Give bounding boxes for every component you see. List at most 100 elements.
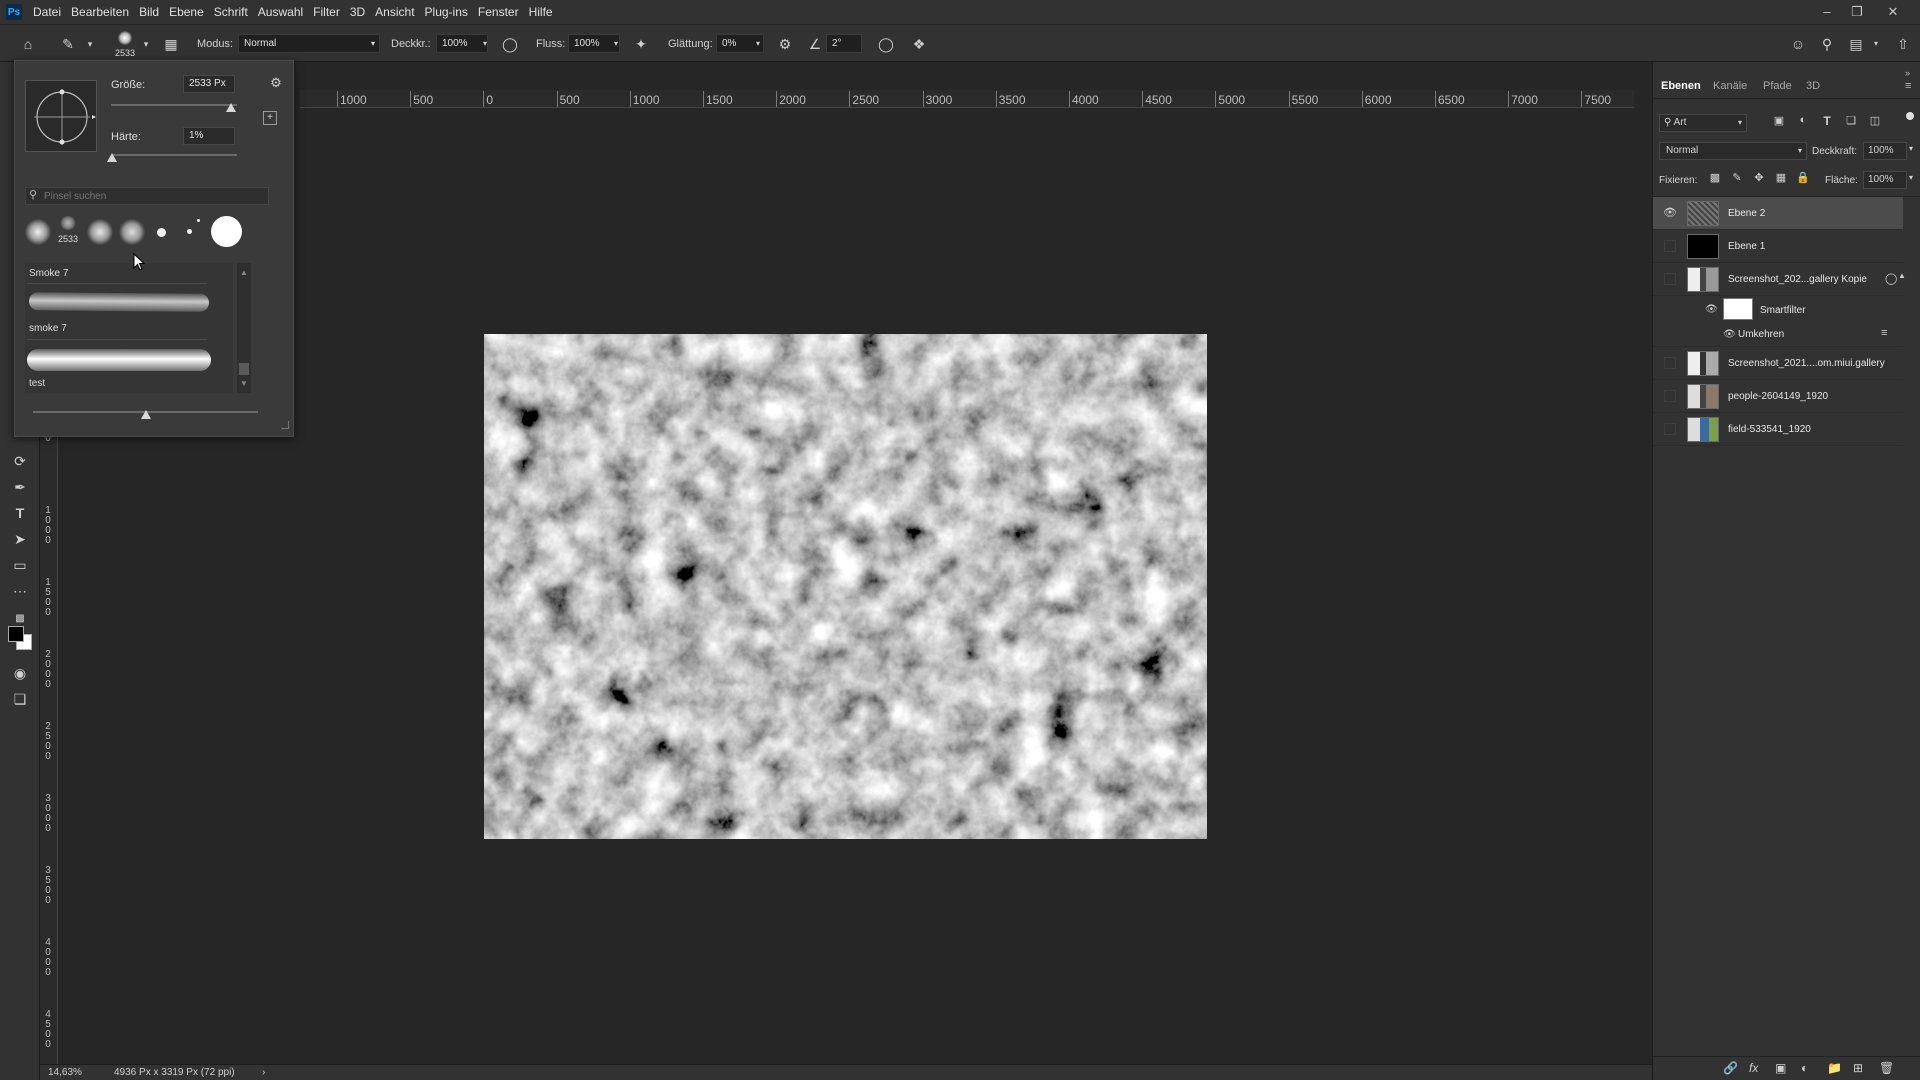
pen-tool-icon[interactable]: ✒ bbox=[9, 476, 31, 498]
chevron-right-icon[interactable]: › bbox=[262, 1067, 265, 1078]
menu-3d[interactable]: 3D bbox=[345, 5, 370, 19]
share-user-icon[interactable]: ☺ bbox=[1788, 34, 1808, 54]
home-icon[interactable]: ⌂ bbox=[18, 34, 38, 54]
gear-icon[interactable]: ⚙ bbox=[775, 34, 795, 54]
preview-size-slider-thumb[interactable] bbox=[140, 410, 151, 419]
visibility-toggle[interactable] bbox=[1664, 357, 1676, 369]
size-input[interactable]: 2533 Px bbox=[183, 75, 235, 93]
lock-artboard-icon[interactable]: ▦ bbox=[1773, 171, 1789, 187]
new-layer-icon[interactable]: ⊞ bbox=[1853, 1061, 1863, 1075]
smartfilter-row[interactable]: 👁 Smartfilter bbox=[1653, 296, 1903, 322]
menu-plugins[interactable]: Plug-ins bbox=[420, 5, 473, 19]
menu-datei[interactable]: Datei bbox=[28, 5, 66, 19]
menu-ansicht[interactable]: Ansicht bbox=[370, 5, 419, 19]
menu-bild[interactable]: Bild bbox=[134, 5, 164, 19]
menu-ebene[interactable]: Ebene bbox=[164, 5, 209, 19]
restore-icon[interactable]: ❐ bbox=[1842, 2, 1872, 22]
fx-icon[interactable]: fx bbox=[1749, 1061, 1758, 1075]
chevron-down-icon[interactable]: ▾ bbox=[1866, 34, 1886, 54]
type-filter-icon[interactable]: T bbox=[1819, 114, 1835, 130]
blend-mode-select[interactable]: Normal ▾ bbox=[1659, 142, 1807, 160]
close-icon[interactable]: ✕ bbox=[1878, 2, 1908, 22]
chevron-down-icon[interactable]: ▾ bbox=[606, 34, 626, 54]
filter-row[interactable]: 👁 Umkehren ≡ bbox=[1653, 322, 1903, 347]
recent-brush-6[interactable] bbox=[185, 219, 205, 243]
workspace-icon[interactable]: ▤ bbox=[1846, 34, 1866, 54]
layer-filter-select[interactable]: ⚲ Art ▾ bbox=[1659, 114, 1747, 132]
menu-bearbeiten[interactable]: Bearbeiten bbox=[66, 5, 134, 19]
recent-brush-4[interactable] bbox=[119, 219, 145, 245]
chevron-down-icon[interactable]: ▾ bbox=[1909, 144, 1913, 153]
airbrush-icon[interactable]: ✦ bbox=[631, 34, 651, 54]
document-info[interactable]: 4936 Px x 3319 Px (72 ppi) bbox=[114, 1067, 235, 1078]
chevron-down-icon[interactable]: ▾ bbox=[1909, 173, 1913, 182]
screen-mode-icon[interactable]: ❏ bbox=[9, 688, 31, 710]
visibility-toggle[interactable] bbox=[1664, 390, 1676, 402]
adjustment-layer-icon[interactable]: ◐ bbox=[1801, 1061, 1808, 1075]
more-tools-icon[interactable]: ⋯ bbox=[9, 580, 31, 602]
shape-filter-icon[interactable]: ❏ bbox=[1843, 114, 1859, 130]
foreground-color-swatch[interactable] bbox=[8, 626, 24, 642]
recent-brush-7[interactable] bbox=[211, 216, 242, 247]
filter-options-icon[interactable]: ≡ bbox=[1881, 327, 1887, 339]
recent-brush-1[interactable] bbox=[25, 219, 51, 245]
modus-select[interactable]: Normal ▾ bbox=[238, 34, 380, 53]
brush-angle-preview[interactable] bbox=[25, 80, 97, 152]
layer-row[interactable]: people-2604149_1920 bbox=[1653, 380, 1903, 413]
resize-grip[interactable] bbox=[281, 421, 289, 429]
lock-pixels-icon[interactable]: ✎ bbox=[1729, 171, 1745, 187]
new-group-icon[interactable]: 📁 bbox=[1827, 1061, 1842, 1075]
menu-filter[interactable]: Filter bbox=[308, 5, 345, 19]
zoom-level[interactable]: 14,63% bbox=[48, 1067, 82, 1078]
tab-pfade[interactable]: Pfade bbox=[1763, 80, 1792, 92]
delete-layer-icon[interactable]: 🗑 bbox=[1879, 1061, 1894, 1075]
type-tool-icon[interactable]: T bbox=[9, 502, 31, 524]
adjustment-filter-icon[interactable]: ◐ bbox=[1795, 114, 1811, 130]
smartobject-filter-icon[interactable]: ◫ bbox=[1867, 114, 1883, 130]
chevron-down-icon[interactable]: ▼ bbox=[240, 379, 248, 388]
brush-name[interactable]: test bbox=[29, 378, 45, 389]
opacity-input[interactable]: 100% bbox=[1863, 142, 1907, 160]
brush-stroke-preview[interactable] bbox=[27, 349, 211, 371]
quick-mask-icon[interactable]: ◉ bbox=[9, 662, 31, 684]
collapse-panel-icon[interactable]: » bbox=[1905, 68, 1910, 78]
layer-row[interactable]: 👁 Ebene 2 bbox=[1653, 197, 1903, 230]
menu-auswahl[interactable]: Auswahl bbox=[253, 5, 308, 19]
eye-icon[interactable]: 👁 bbox=[1663, 207, 1677, 219]
menu-schrift[interactable]: Schrift bbox=[209, 5, 253, 19]
lock-all-icon[interactable]: 🔒 bbox=[1795, 171, 1811, 187]
lock-transparency-icon[interactable]: ▩ bbox=[1707, 171, 1723, 187]
new-preset-icon[interactable]: + bbox=[263, 111, 277, 125]
chevron-down-icon[interactable]: ▾ bbox=[80, 34, 100, 54]
gear-icon[interactable]: ⚙ bbox=[268, 75, 284, 91]
brush-preset-picker[interactable]: 2533 bbox=[114, 30, 136, 58]
eye-icon[interactable]: 👁 bbox=[1723, 329, 1736, 340]
symmetry-icon[interactable]: ❖ bbox=[909, 34, 929, 54]
recent-brush-2[interactable]: 2533 bbox=[57, 214, 79, 248]
brush-stroke-preview[interactable] bbox=[28, 292, 210, 312]
chevron-down-icon[interactable]: ▾ bbox=[748, 34, 768, 54]
brush-list-scrollbar[interactable]: ▲ ▼ bbox=[237, 263, 251, 393]
chevron-up-icon[interactable]: ▲ bbox=[240, 268, 248, 277]
filter-toggle-icon[interactable] bbox=[1906, 112, 1914, 120]
brush-settings-icon[interactable]: ▦ bbox=[161, 34, 181, 54]
layer-row[interactable]: Screenshot_2021....om.miui.gallery bbox=[1653, 347, 1903, 380]
add-mask-icon[interactable]: ▣ bbox=[1775, 1061, 1786, 1075]
chevron-down-icon[interactable]: ▾ bbox=[136, 34, 156, 54]
minimize-icon[interactable]: – bbox=[1812, 2, 1842, 22]
tab-3d[interactable]: 3D bbox=[1806, 80, 1820, 92]
search-icon[interactable]: ⚲ bbox=[1817, 34, 1837, 54]
recent-brush-5[interactable] bbox=[157, 228, 166, 237]
fill-input[interactable]: 100% bbox=[1863, 171, 1907, 189]
layer-row[interactable]: field-533541_1920 bbox=[1653, 413, 1903, 446]
hardness-slider-thumb[interactable] bbox=[107, 153, 118, 162]
panel-menu-icon[interactable]: ≡ bbox=[1905, 80, 1911, 92]
scrollbar-thumb[interactable] bbox=[239, 363, 249, 375]
document-canvas[interactable] bbox=[484, 334, 1207, 839]
brush-search-input[interactable] bbox=[44, 189, 264, 203]
menu-fenster[interactable]: Fenster bbox=[473, 5, 524, 19]
brush-name[interactable]: Smoke 7 bbox=[29, 268, 68, 279]
brush-name[interactable]: smoke 7 bbox=[29, 323, 67, 334]
angle-input[interactable]: 2° bbox=[826, 34, 862, 53]
recent-brush-3[interactable] bbox=[87, 219, 113, 245]
